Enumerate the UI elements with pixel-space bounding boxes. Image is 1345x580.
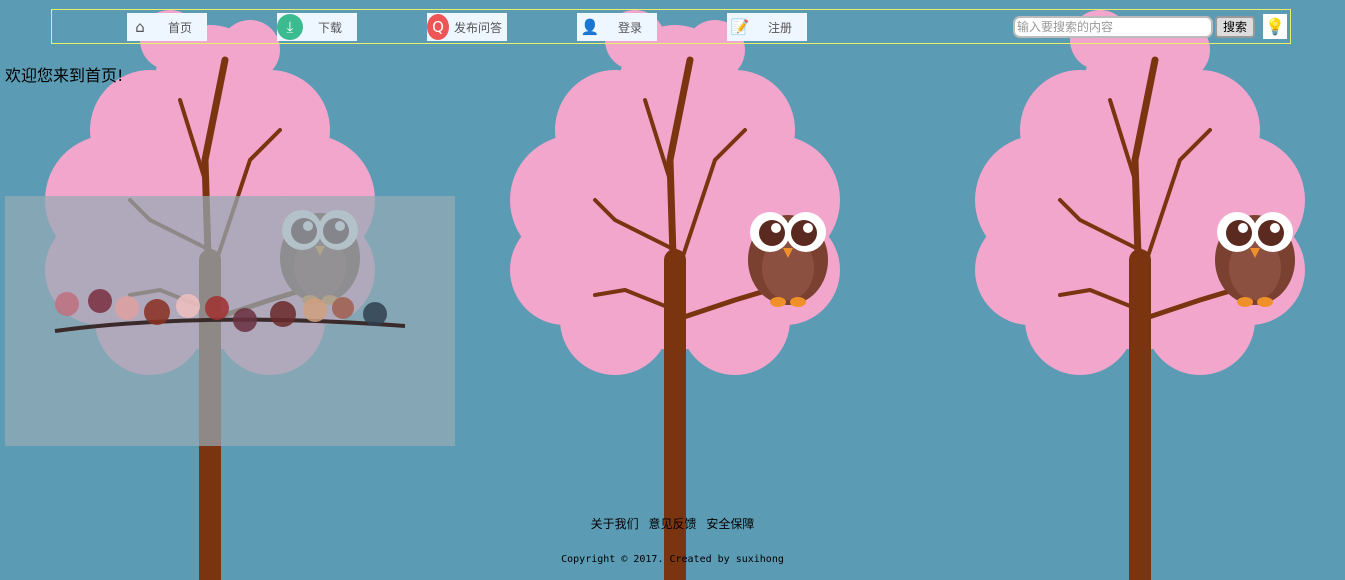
nav-download[interactable]: ⤓ 下载 xyxy=(277,13,357,41)
search-input[interactable]: 输入要搜索的内容 xyxy=(1013,16,1213,38)
lightbulb-icon[interactable]: 💡 xyxy=(1263,14,1287,39)
home-icon: ⌂ xyxy=(135,18,145,36)
footer-link-about[interactable]: 关于我们 xyxy=(591,517,639,531)
nav-home[interactable]: ⌂ 首页 xyxy=(127,13,207,41)
owls-banner-image xyxy=(5,196,455,446)
copyright-text: Copyright © 2017. Created by suxihong xyxy=(561,554,784,565)
footer-links: 关于我们 意见反馈 安全保障 xyxy=(0,515,1345,532)
qa-icon: Q xyxy=(427,14,449,40)
register-icon: 📝 xyxy=(730,18,750,36)
footer-link-feedback[interactable]: 意见反馈 xyxy=(648,517,696,531)
user-icon: 👤 xyxy=(580,18,600,36)
search-button[interactable]: 搜索 xyxy=(1215,16,1255,38)
nav-post-question[interactable]: Q 发布问答 xyxy=(427,13,507,41)
download-icon: ⤓ xyxy=(277,14,303,40)
top-nav-bar: ⌂ 首页 ⤓ 下载 Q 发布问答 👤 登录 📝 注册 输入要搜索的内容 搜索 💡 xyxy=(51,9,1291,44)
nav-register[interactable]: 📝 注册 xyxy=(727,13,807,41)
nav-login[interactable]: 👤 登录 xyxy=(577,13,657,41)
welcome-text: 欢迎您来到首页! xyxy=(5,66,124,85)
footer-link-security[interactable]: 安全保障 xyxy=(706,517,754,531)
